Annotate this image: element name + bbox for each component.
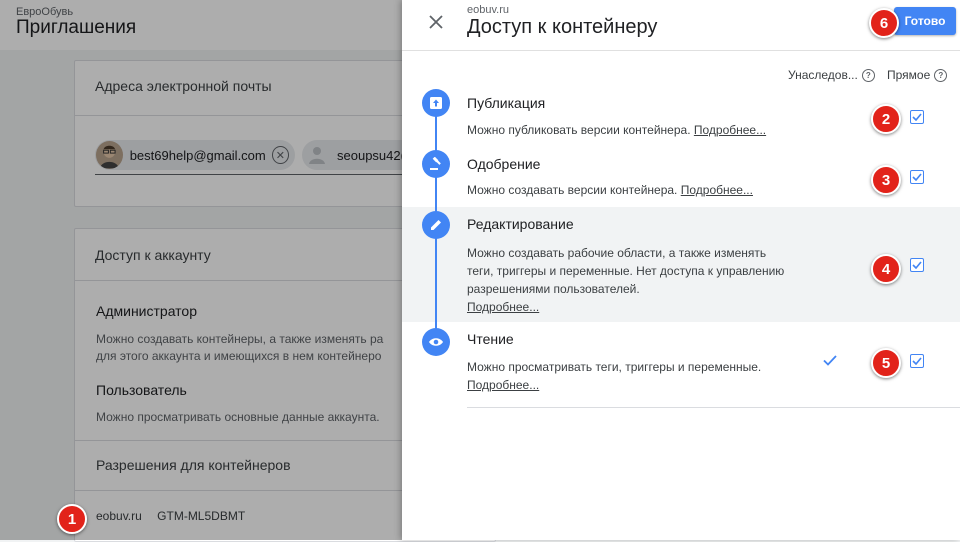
gavel-icon: [422, 150, 450, 178]
panel-bottom-divider: [467, 407, 960, 408]
learn-more-link[interactable]: Подробнее...: [694, 123, 766, 137]
annotation-badge: 2: [871, 104, 901, 134]
done-button[interactable]: Готово: [894, 7, 956, 35]
panel-title: Доступ к контейнеру: [467, 16, 658, 38]
permission-checkbox-edit[interactable]: [910, 258, 924, 272]
annotation-badge: 3: [871, 165, 901, 195]
annotation-badge: 1: [57, 504, 87, 534]
permission-title: Чтение: [467, 331, 514, 347]
column-header-direct: Прямое ?: [887, 68, 948, 82]
annotation-badge: 5: [871, 348, 901, 378]
permission-checkbox-approve[interactable]: [910, 170, 924, 184]
inherited-check-icon: [823, 353, 837, 371]
column-label: Унаследов...: [788, 68, 858, 82]
column-header-inherited: Унаследов... ?: [788, 68, 875, 82]
pencil-icon: [422, 211, 450, 239]
modal-scrim[interactable]: [0, 0, 402, 540]
permission-title: Одобрение: [467, 156, 541, 172]
permission-desc: Можно создавать рабочие области, а также…: [467, 246, 785, 314]
panel-subtitle: eobuv.ru: [467, 4, 509, 16]
learn-more-link[interactable]: Подробнее...: [467, 378, 539, 392]
eye-icon: [422, 328, 450, 356]
column-label: Прямое: [887, 68, 931, 82]
permission-desc: Можно публиковать версии контейнера. Под…: [467, 123, 767, 137]
learn-more-link[interactable]: Подробнее...: [467, 300, 539, 314]
close-icon: [429, 15, 443, 29]
permission-desc: Можно просматривать теги, триггеры и пер…: [467, 360, 762, 392]
close-button[interactable]: [424, 10, 448, 34]
learn-more-link[interactable]: Подробнее...: [681, 183, 753, 197]
permission-checkbox-publish[interactable]: [910, 110, 924, 124]
permission-checkbox-read[interactable]: [910, 354, 924, 368]
permission-title: Публикация: [467, 95, 546, 111]
permission-title: Редактирование: [467, 216, 574, 232]
publish-icon: [422, 89, 450, 117]
help-icon[interactable]: ?: [934, 68, 948, 82]
help-icon[interactable]: ?: [861, 68, 875, 82]
panel-header-divider: [402, 50, 960, 51]
annotation-badge: 4: [871, 254, 901, 284]
annotation-badge: 6: [869, 8, 899, 38]
permission-desc: Можно создавать версии контейнера. Подро…: [467, 183, 753, 197]
